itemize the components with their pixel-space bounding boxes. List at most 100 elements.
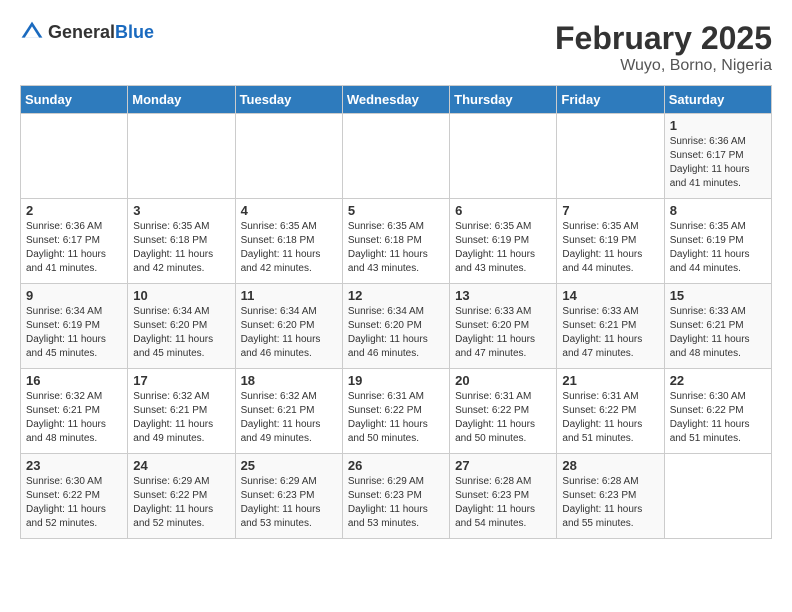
week-row-0: 1 Sunrise: 6:36 AM Sunset: 6:17 PM Daylig… bbox=[21, 114, 772, 199]
day-number: 5 bbox=[348, 203, 444, 218]
logo: GeneralBlue bbox=[20, 20, 154, 44]
day-cell: 17Sunrise: 6:32 AM Sunset: 6:21 PM Dayli… bbox=[128, 369, 235, 454]
day-number: 2 bbox=[26, 203, 122, 218]
day-info: Sunrise: 6:31 AM Sunset: 6:22 PM Dayligh… bbox=[562, 390, 658, 446]
day-info: Sunrise: 6:35 AM Sunset: 6:18 PM Dayligh… bbox=[133, 220, 229, 276]
day-cell: 24 Sunrise: 6:29 AM Sunset: 6:22 PM Dayli… bbox=[128, 454, 235, 539]
day-info: Sunrise: 6:33 AM Sunset: 6:20 PM Dayligh… bbox=[455, 305, 551, 361]
day-cell: 16 Sunrise: 6:32 AM Sunset: 6:21 PM Dayli… bbox=[21, 369, 128, 454]
day-number: 24 bbox=[133, 458, 229, 473]
header-saturday: Saturday bbox=[664, 86, 771, 114]
day-cell: 8 Sunrise: 6:35 AM Sunset: 6:19 PM Daylig… bbox=[664, 199, 771, 284]
day-number: 10 bbox=[133, 288, 229, 303]
week-row-3: 16 Sunrise: 6:32 AM Sunset: 6:21 PM Dayli… bbox=[21, 369, 772, 454]
day-number: 8 bbox=[670, 203, 766, 218]
day-number: 16 bbox=[26, 373, 122, 388]
day-info: Sunrise: 6:29 AM Sunset: 6:22 PM Dayligh… bbox=[133, 475, 229, 531]
day-info: Sunrise: 6:28 AM Sunset: 6:23 PM Dayligh… bbox=[562, 475, 658, 531]
day-number: 17 bbox=[133, 373, 229, 388]
day-cell: 22Sunrise: 6:30 AM Sunset: 6:22 PM Dayli… bbox=[664, 369, 771, 454]
day-info: Sunrise: 6:30 AM Sunset: 6:22 PM Dayligh… bbox=[670, 390, 766, 446]
day-number: 12 bbox=[348, 288, 444, 303]
day-number: 4 bbox=[241, 203, 337, 218]
day-info: Sunrise: 6:30 AM Sunset: 6:22 PM Dayligh… bbox=[26, 475, 122, 531]
day-number: 26 bbox=[348, 458, 444, 473]
day-info: Sunrise: 6:36 AM Sunset: 6:17 PM Dayligh… bbox=[26, 220, 122, 276]
day-info: Sunrise: 6:34 AM Sunset: 6:20 PM Dayligh… bbox=[348, 305, 444, 361]
day-number: 25 bbox=[241, 458, 337, 473]
day-cell: 15Sunrise: 6:33 AM Sunset: 6:21 PM Dayli… bbox=[664, 284, 771, 369]
page-header: GeneralBlue February 2025 Wuyo, Borno, N… bbox=[20, 20, 772, 75]
logo-general: GeneralBlue bbox=[48, 22, 154, 43]
day-cell: 14 Sunrise: 6:33 AM Sunset: 6:21 PM Dayli… bbox=[557, 284, 664, 369]
day-cell: 20Sunrise: 6:31 AM Sunset: 6:22 PM Dayli… bbox=[450, 369, 557, 454]
weekday-header-row: Sunday Monday Tuesday Wednesday Thursday… bbox=[21, 86, 772, 114]
day-cell: 23 Sunrise: 6:30 AM Sunset: 6:22 PM Dayli… bbox=[21, 454, 128, 539]
day-cell: 3Sunrise: 6:35 AM Sunset: 6:18 PM Daylig… bbox=[128, 199, 235, 284]
day-number: 1 bbox=[670, 118, 766, 133]
day-number: 13 bbox=[455, 288, 551, 303]
day-info: Sunrise: 6:34 AM Sunset: 6:19 PM Dayligh… bbox=[26, 305, 122, 361]
week-row-2: 9 Sunrise: 6:34 AM Sunset: 6:19 PM Daylig… bbox=[21, 284, 772, 369]
header-wednesday: Wednesday bbox=[342, 86, 449, 114]
day-cell: 2 Sunrise: 6:36 AM Sunset: 6:17 PM Daylig… bbox=[21, 199, 128, 284]
day-cell: 9 Sunrise: 6:34 AM Sunset: 6:19 PM Daylig… bbox=[21, 284, 128, 369]
day-info: Sunrise: 6:35 AM Sunset: 6:19 PM Dayligh… bbox=[670, 220, 766, 276]
day-number: 18 bbox=[241, 373, 337, 388]
day-number: 14 bbox=[562, 288, 658, 303]
logo-icon bbox=[20, 20, 44, 44]
day-info: Sunrise: 6:34 AM Sunset: 6:20 PM Dayligh… bbox=[241, 305, 337, 361]
day-info: Sunrise: 6:33 AM Sunset: 6:21 PM Dayligh… bbox=[562, 305, 658, 361]
header-friday: Friday bbox=[557, 86, 664, 114]
title-block: February 2025 Wuyo, Borno, Nigeria bbox=[555, 20, 772, 75]
day-cell: 10 Sunrise: 6:34 AM Sunset: 6:20 PM Dayli… bbox=[128, 284, 235, 369]
day-cell: 26 Sunrise: 6:29 AM Sunset: 6:23 PM Dayli… bbox=[342, 454, 449, 539]
day-info: Sunrise: 6:34 AM Sunset: 6:20 PM Dayligh… bbox=[133, 305, 229, 361]
day-cell bbox=[128, 114, 235, 199]
day-cell: 18 Sunrise: 6:32 AM Sunset: 6:21 PM Dayli… bbox=[235, 369, 342, 454]
day-number: 9 bbox=[26, 288, 122, 303]
day-number: 15 bbox=[670, 288, 766, 303]
day-number: 27 bbox=[455, 458, 551, 473]
calendar-subtitle: Wuyo, Borno, Nigeria bbox=[555, 57, 772, 75]
day-info: Sunrise: 6:32 AM Sunset: 6:21 PM Dayligh… bbox=[241, 390, 337, 446]
day-cell: 19Sunrise: 6:31 AM Sunset: 6:22 PM Dayli… bbox=[342, 369, 449, 454]
day-cell: 5 Sunrise: 6:35 AM Sunset: 6:18 PM Daylig… bbox=[342, 199, 449, 284]
day-cell: 4 Sunrise: 6:35 AM Sunset: 6:18 PM Daylig… bbox=[235, 199, 342, 284]
day-cell: 28Sunrise: 6:28 AM Sunset: 6:23 PM Dayli… bbox=[557, 454, 664, 539]
day-cell bbox=[450, 114, 557, 199]
day-info: Sunrise: 6:35 AM Sunset: 6:19 PM Dayligh… bbox=[455, 220, 551, 276]
day-cell: 6 Sunrise: 6:35 AM Sunset: 6:19 PM Daylig… bbox=[450, 199, 557, 284]
day-number: 6 bbox=[455, 203, 551, 218]
day-cell: 25 Sunrise: 6:29 AM Sunset: 6:23 PM Dayli… bbox=[235, 454, 342, 539]
calendar-title: February 2025 bbox=[555, 20, 772, 57]
day-info: Sunrise: 6:29 AM Sunset: 6:23 PM Dayligh… bbox=[241, 475, 337, 531]
day-info: Sunrise: 6:35 AM Sunset: 6:18 PM Dayligh… bbox=[348, 220, 444, 276]
day-cell: 21Sunrise: 6:31 AM Sunset: 6:22 PM Dayli… bbox=[557, 369, 664, 454]
header-thursday: Thursday bbox=[450, 86, 557, 114]
week-row-1: 2 Sunrise: 6:36 AM Sunset: 6:17 PM Daylig… bbox=[21, 199, 772, 284]
day-number: 11 bbox=[241, 288, 337, 303]
day-number: 7 bbox=[562, 203, 658, 218]
header-tuesday: Tuesday bbox=[235, 86, 342, 114]
header-monday: Monday bbox=[128, 86, 235, 114]
day-cell bbox=[342, 114, 449, 199]
day-number: 23 bbox=[26, 458, 122, 473]
day-cell: 1 Sunrise: 6:36 AM Sunset: 6:17 PM Daylig… bbox=[664, 114, 771, 199]
day-cell bbox=[557, 114, 664, 199]
day-number: 19 bbox=[348, 373, 444, 388]
day-cell: 12 Sunrise: 6:34 AM Sunset: 6:20 PM Dayli… bbox=[342, 284, 449, 369]
day-info: Sunrise: 6:32 AM Sunset: 6:21 PM Dayligh… bbox=[26, 390, 122, 446]
day-cell: 7 Sunrise: 6:35 AM Sunset: 6:19 PM Daylig… bbox=[557, 199, 664, 284]
day-info: Sunrise: 6:28 AM Sunset: 6:23 PM Dayligh… bbox=[455, 475, 551, 531]
day-info: Sunrise: 6:29 AM Sunset: 6:23 PM Dayligh… bbox=[348, 475, 444, 531]
day-info: Sunrise: 6:31 AM Sunset: 6:22 PM Dayligh… bbox=[455, 390, 551, 446]
day-cell bbox=[664, 454, 771, 539]
header-sunday: Sunday bbox=[21, 86, 128, 114]
day-info: Sunrise: 6:36 AM Sunset: 6:17 PM Dayligh… bbox=[670, 135, 766, 191]
day-cell: 11 Sunrise: 6:34 AM Sunset: 6:20 PM Dayli… bbox=[235, 284, 342, 369]
day-info: Sunrise: 6:35 AM Sunset: 6:18 PM Dayligh… bbox=[241, 220, 337, 276]
day-cell bbox=[21, 114, 128, 199]
day-info: Sunrise: 6:35 AM Sunset: 6:19 PM Dayligh… bbox=[562, 220, 658, 276]
calendar-table: Sunday Monday Tuesday Wednesday Thursday… bbox=[20, 85, 772, 539]
